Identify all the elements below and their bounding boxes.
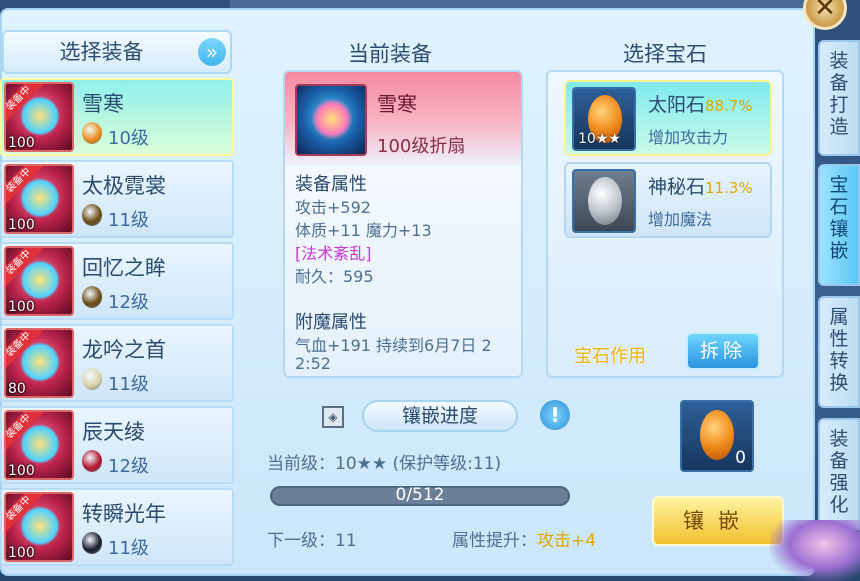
gem-level: 12级	[108, 292, 149, 313]
gem-slot-small-icon: ◈	[322, 406, 344, 428]
gem-name: 神秘石11.3%	[648, 176, 753, 198]
inlay-button[interactable]: 镶嵌	[652, 496, 784, 546]
gem-level: 12级	[108, 456, 149, 477]
equipment-name: 太极霓裳	[82, 174, 166, 198]
tab-gem-inlay[interactable]: 宝石镶嵌	[818, 164, 860, 286]
attr-magic: [法术紊乱]	[295, 244, 372, 263]
decorative-character	[770, 520, 860, 581]
tab-equipment-enhance[interactable]: 装备强化	[818, 418, 860, 530]
equipment-list-item[interactable]: 装备中 100 转瞬光年 11级	[0, 488, 234, 566]
gem-level: 11级	[108, 538, 149, 559]
equipment-level: 100	[8, 299, 35, 315]
equipment-name: 回忆之眸	[82, 256, 166, 280]
attr-durability: 耐久：595	[295, 267, 374, 286]
gem-stars: 10★★	[578, 131, 621, 147]
inlay-progress-label: 镶嵌进度	[362, 400, 518, 432]
equipment-icon: 装备中 100	[4, 246, 74, 316]
equipment-name: 雪寒	[82, 92, 124, 116]
equipment-icon: 装备中 100	[4, 492, 74, 562]
equipment-type: 100级折扇	[377, 136, 466, 157]
attr-attack: 攻击+592	[295, 198, 371, 217]
sun-stone-icon	[700, 410, 734, 460]
equipment-icon: 装备中 100	[4, 164, 74, 234]
gem-level: 11级	[108, 374, 149, 395]
gem-panel: 10★★ 太阳石88.7% 增加攻击力 神秘石11.3% 增加魔法 宝石作用 拆…	[546, 70, 784, 378]
gem-desc: 增加攻击力	[648, 128, 729, 147]
attr-boost-text: 属性提升：攻击+4	[452, 531, 597, 551]
gem-icon	[82, 122, 102, 144]
attr-stats: 体质+11 魔力+13	[295, 221, 432, 240]
equipment-icon: 装备中 80	[4, 328, 74, 398]
gem-row-mystery-stone[interactable]: 神秘石11.3% 增加魔法	[564, 162, 772, 238]
equipment-level: 100	[8, 463, 35, 479]
current-level-text: 当前级：10★★ (保护等级:11)	[267, 454, 502, 474]
equipment-name: 龙吟之首	[82, 338, 166, 362]
top-background-strip	[230, 0, 810, 8]
equipment-icon: 装备中 100	[4, 82, 74, 152]
enchant-line-1: 气血+191 持续到6月7日 2	[295, 336, 492, 355]
gem-level: 10级	[108, 128, 149, 149]
equipment-list-item[interactable]: 装备中 100 回忆之眸 12级	[0, 242, 234, 320]
equipment-list-item[interactable]: 装备中 100 雪寒 10级	[0, 78, 234, 156]
equipment-icon: 装备中 100	[4, 410, 74, 480]
fan-weapon-icon	[295, 84, 367, 156]
tab-attribute-convert[interactable]: 属性转换	[818, 296, 860, 408]
equipment-name: 雪寒	[377, 92, 417, 116]
gem-icon	[82, 368, 102, 390]
select-equipment-header: 选择装备 »	[2, 30, 232, 74]
current-equipment-title: 当前装备	[348, 42, 432, 66]
attr-boost-value: 攻击+4	[537, 531, 597, 551]
enchant-header: 附魔属性	[295, 312, 367, 333]
equipment-level: 100	[8, 217, 35, 233]
gem-pct: 88.7%	[705, 97, 753, 115]
sun-stone-icon: 10★★	[572, 87, 636, 151]
equipment-list-item[interactable]: 装备中 100 太极霓裳 11级	[0, 160, 234, 238]
gem-name: 太阳石88.7%	[648, 94, 753, 116]
gem-icon	[82, 532, 102, 554]
equipment-level: 100	[8, 135, 35, 151]
gem-pct: 11.3%	[705, 179, 753, 197]
gem-icon	[82, 450, 102, 472]
gem-icon	[82, 204, 102, 226]
gem-icon	[82, 286, 102, 308]
gem-slot[interactable]: 0	[680, 400, 754, 472]
current-equipment-card: 雪寒 100级折扇 装备属性 攻击+592 体质+11 魔力+13 [法术紊乱]…	[283, 70, 523, 378]
equipment-level: 100	[8, 545, 35, 561]
select-gem-title: 选择宝石	[623, 42, 707, 66]
equipment-name: 辰天绫	[82, 420, 145, 444]
progress-bar: 0/512	[270, 485, 570, 506]
tab-equipment-forge[interactable]: 装备打造	[818, 40, 860, 156]
select-equipment-title: 选择装备	[59, 40, 144, 64]
gem-level: 11级	[108, 210, 149, 231]
gem-desc: 增加魔法	[648, 210, 713, 229]
mystery-stone-icon	[572, 169, 636, 233]
enchant-line-2: 2:52	[295, 354, 331, 373]
equipment-list-item[interactable]: 装备中 100 辰天绫 12级	[0, 406, 234, 484]
equipment-name: 转瞬光年	[82, 502, 166, 526]
remove-button[interactable]: 拆除	[686, 332, 760, 370]
equipment-level: 80	[8, 381, 26, 397]
double-chevron-right-icon[interactable]: »	[198, 38, 226, 66]
gem-row-sun-stone[interactable]: 10★★ 太阳石88.7% 增加攻击力	[564, 80, 772, 156]
gem-count: 0	[735, 448, 746, 468]
progress-bar-text: 0/512	[395, 485, 445, 505]
attr-header: 装备属性	[295, 174, 367, 195]
next-level-text: 下一级：11	[267, 531, 357, 551]
info-icon[interactable]: !	[540, 400, 570, 430]
gem-effect-link[interactable]: 宝石作用	[574, 342, 646, 368]
equipment-list-item[interactable]: 装备中 80 龙吟之首 11级	[0, 324, 234, 402]
